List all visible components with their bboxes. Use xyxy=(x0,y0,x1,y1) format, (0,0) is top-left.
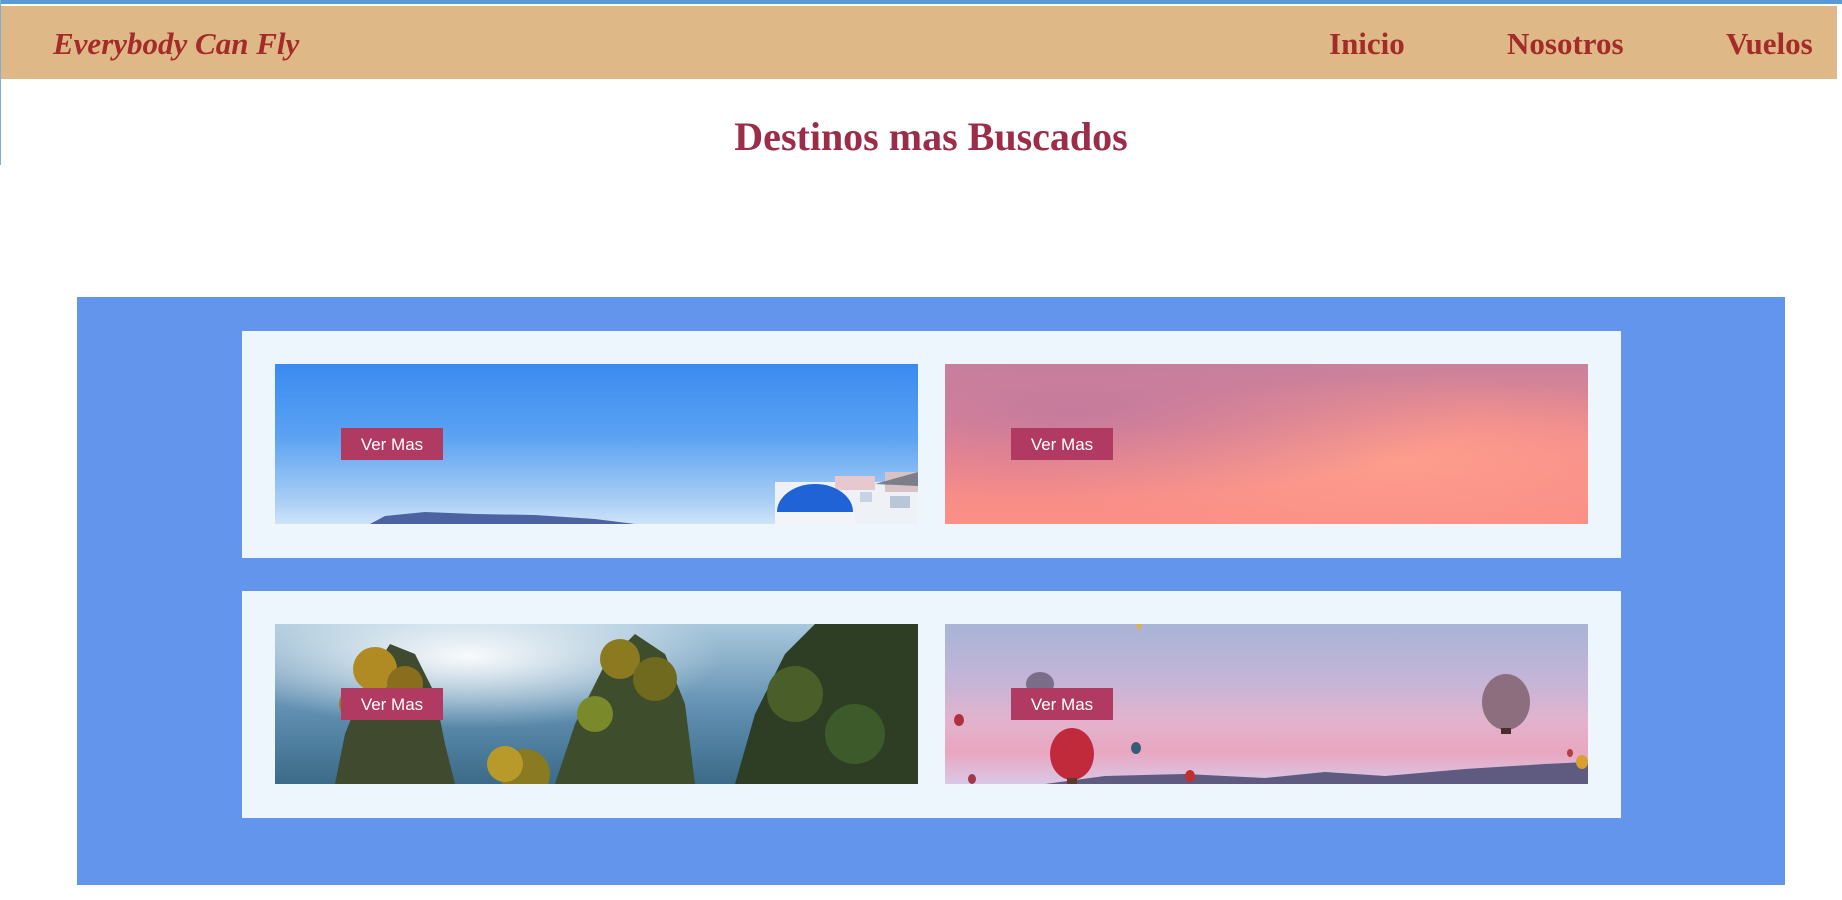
nav-link-vuelos[interactable]: Vuelos xyxy=(1726,26,1813,62)
destinations-row-2: Ver Mas Ver Mas xyxy=(242,591,1621,818)
page-title: Destinos mas Buscados xyxy=(734,114,1128,159)
destination-image-santorini: Ver Mas xyxy=(275,364,918,524)
destination-image-sunset: Ver Mas xyxy=(945,364,1588,524)
nav-link-inicio[interactable]: Inicio xyxy=(1329,26,1405,62)
destinations-row-1: Ver Mas Ver Mas xyxy=(242,331,1621,558)
navbar: Everybody Can Fly Inicio Nosotros Vuelos xyxy=(1,6,1837,79)
ver-mas-button-3[interactable]: Ver Mas xyxy=(341,688,443,720)
brand-logo-text[interactable]: Everybody Can Fly xyxy=(53,26,299,62)
ver-mas-button-2[interactable]: Ver Mas xyxy=(1011,428,1113,460)
top-border-line xyxy=(0,0,1842,4)
ver-mas-button-4[interactable]: Ver Mas xyxy=(1011,688,1113,720)
destination-image-jungle: Ver Mas xyxy=(275,624,918,784)
destination-image-balloons: Ver Mas xyxy=(945,624,1588,784)
ver-mas-button-1[interactable]: Ver Mas xyxy=(341,428,443,460)
destinations-panel: Ver Mas Ver Mas Ver Mas Ver Mas xyxy=(77,297,1785,885)
nav-link-nosotros[interactable]: Nosotros xyxy=(1507,26,1624,62)
